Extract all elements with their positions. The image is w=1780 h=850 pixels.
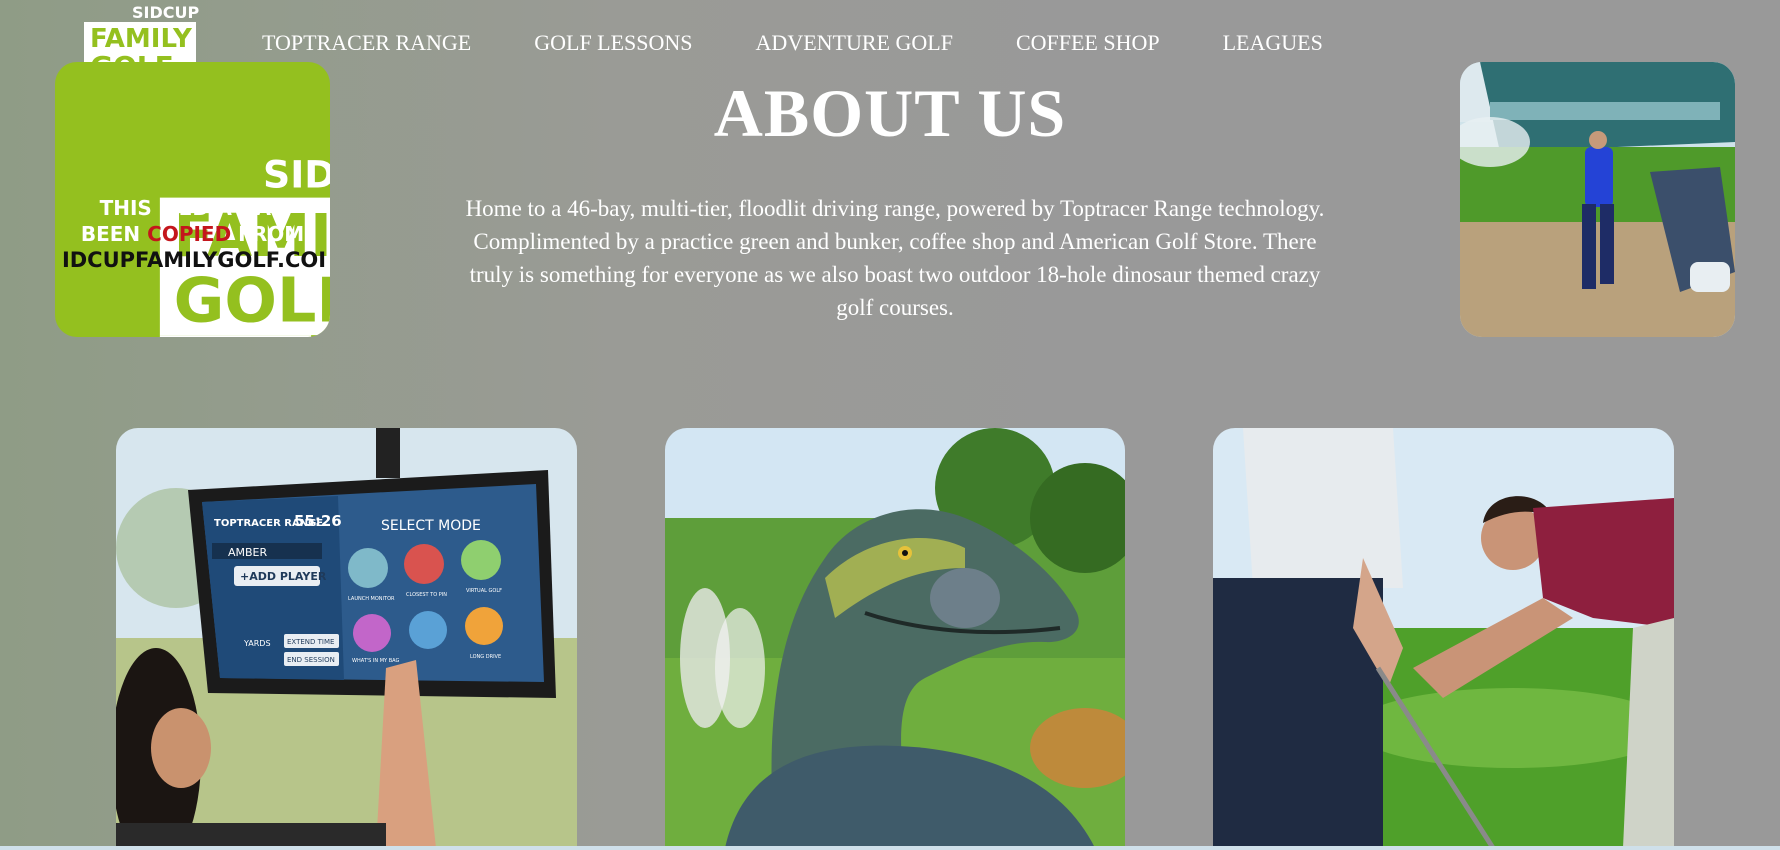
bunker-golfer-photo: [1460, 62, 1735, 337]
watermark-url: IDCUPFAMILYGOLF.COI: [61, 248, 327, 272]
nav-toptracer-range[interactable]: TOPTRACER RANGE: [262, 30, 471, 56]
screen-timer: 55:26: [294, 512, 342, 530]
watermark-copied: COPIED: [147, 222, 232, 246]
screen-mode-5: LONG DRIVE: [470, 654, 501, 660]
page-bottom-border: [0, 846, 1780, 850]
screen-add-player: +ADD PLAYER: [240, 570, 327, 583]
nav-coffee-shop[interactable]: COFFEE SHOP: [1016, 30, 1160, 56]
screen-mode-0: LAUNCH MONITOR: [348, 596, 395, 602]
dinosaur-photo: [665, 428, 1125, 848]
watermark-line2: BEEN COPIED FROM: [55, 221, 330, 248]
watermark-logo-top: SIDCUP: [263, 152, 330, 196]
nav-leagues[interactable]: LEAGUES: [1223, 30, 1323, 56]
screen-player: AMBER: [228, 546, 268, 559]
screen-end: END SESSION: [287, 656, 335, 664]
screen-yards: YARDS: [243, 639, 271, 648]
watermark-line2-a: BEEN: [80, 222, 148, 246]
watermark-line1: THIS MEDIA HAS: [99, 196, 286, 220]
screen-mode-3: WHAT'S IN MY BAG: [352, 658, 399, 664]
nav-golf-lessons[interactable]: GOLF LESSONS: [534, 30, 692, 56]
screen-mode-2: VIRTUAL GOLF: [466, 588, 502, 594]
nav-adventure-golf[interactable]: ADVENTURE GOLF: [756, 30, 953, 56]
golf-lesson-photo: [1213, 428, 1674, 848]
screen-extend: EXTEND TIME: [287, 638, 334, 646]
logo-top-text: SIDCUP: [132, 3, 199, 22]
main-nav: TOPTRACER RANGE GOLF LESSONS ADVENTURE G…: [262, 30, 1323, 56]
screen-mode-1: CLOSEST TO PIN: [406, 592, 447, 598]
watermark-logo-line2: GOLF: [174, 264, 330, 336]
toptracer-screen-photo: TOPTRACER RANGE 55:26 SELECT MODE AMBER …: [116, 428, 577, 848]
screen-mode-title: SELECT MODE: [381, 518, 481, 534]
about-description: Home to a 46-bay, multi-tier, floodlit d…: [465, 196, 1325, 320]
watermark-line2-b: FROM: [231, 222, 305, 246]
